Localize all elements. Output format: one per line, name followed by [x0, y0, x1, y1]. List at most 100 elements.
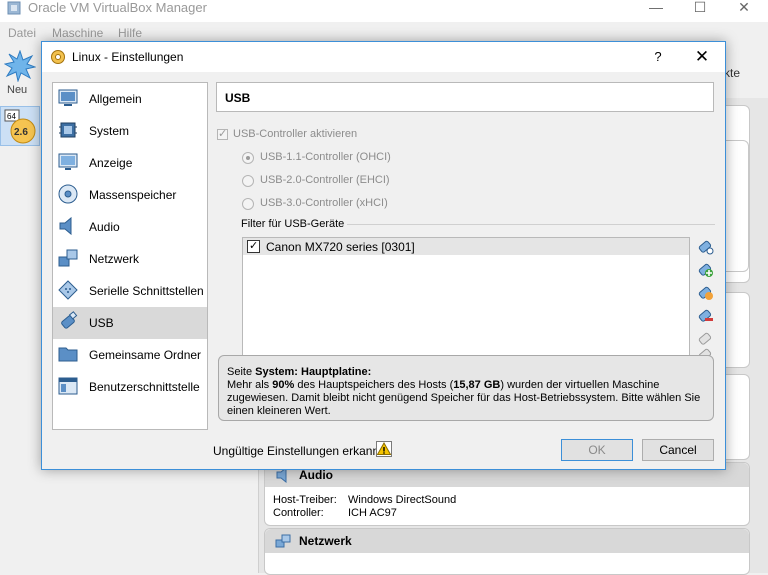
menu-help[interactable]: Hilfe [118, 26, 142, 40]
details-audio-box: Audio Host-Treiber: Windows DirectSound C… [264, 462, 750, 526]
usb-filter-row[interactable]: Canon MX720 series [0301] [243, 238, 689, 255]
settings-dialog: Linux - Einstellungen ? ✕ Allgemein Syst… [41, 41, 726, 470]
nav-item-audio[interactable]: Audio [53, 211, 207, 243]
warning-line-a: Mehr als [227, 379, 273, 391]
invalid-settings-label: Ungültige Einstellungen erkannt [213, 444, 383, 458]
main-titlebar: Oracle VM VirtualBox Manager — ☐ ✕ [0, 0, 768, 22]
details-network-title: Netzwerk [299, 534, 352, 548]
usb-filter-label: Filter für USB-Geräte [241, 218, 345, 230]
nav-item-usb[interactable]: USB [53, 307, 207, 339]
edit-filter-icon[interactable] [696, 283, 714, 301]
warning-line-b: des Hauptspeichers des Hosts ( [294, 379, 454, 391]
warning-amount: 15,87 GB [453, 379, 501, 391]
warning-message-box: Seite System: Hauptplatine: Mehr als 90% … [218, 355, 714, 421]
usb-2-0-radio[interactable] [242, 175, 254, 187]
audio-controller-value: ICH AC97 [348, 507, 397, 519]
main-window-title: Oracle VM VirtualBox Manager [28, 0, 207, 15]
page-header: USB [216, 82, 714, 112]
user-interface-icon [58, 377, 78, 395]
usb-filter-checkbox[interactable] [247, 239, 260, 253]
help-button[interactable]: ? [646, 47, 670, 67]
maximize-icon[interactable]: ☐ [678, 0, 722, 16]
usb-1-1-label: USB-1.1-Controller (OHCI) [260, 151, 391, 163]
nav-item-serial-ports[interactable]: Serielle Schnittstellen [53, 275, 207, 307]
details-audio-title: Audio [299, 468, 333, 482]
warning-colon: : [367, 366, 372, 378]
new-vm-label: Neu [7, 84, 28, 96]
audio-controller-key: Controller: [273, 507, 324, 519]
audio-icon [59, 216, 72, 236]
system-icon [59, 122, 77, 138]
nav-label-system: System [89, 124, 130, 138]
nav-label-network: Netzwerk [89, 252, 140, 266]
warning-icon[interactable] [376, 441, 392, 457]
usb-2-0-label: USB-2.0-Controller (EHCI) [260, 174, 390, 186]
audio-controller-row: Controller: ICH AC97 [273, 507, 397, 519]
nav-label-audio: Audio [89, 220, 120, 234]
details-preview-stub [726, 140, 749, 272]
usb-1-1-radio[interactable] [242, 152, 254, 164]
nav-label-usb: USB [89, 316, 114, 330]
usb-3-0-label: USB-3.0-Controller (xHCI) [260, 197, 388, 209]
virtualbox-logo-icon [7, 1, 21, 15]
vm-list-item-linux[interactable]: 64 2.6 [0, 106, 40, 146]
linux-os-icon: 64 2.6 [4, 109, 36, 144]
menu-bar: Datei Maschine Hilfe [0, 24, 768, 42]
ok-button[interactable]: OK [561, 439, 633, 461]
nav-label-user-interface: Benutzerschnittstelle [89, 380, 200, 394]
nav-label-shared-folders: Gemeinsame Ordner [89, 348, 202, 362]
display-icon [58, 153, 78, 170]
usb-enable-checkbox[interactable] [217, 127, 228, 140]
nav-item-user-interface[interactable]: Benutzerschnittstelle [53, 371, 207, 403]
close-icon[interactable]: ✕ [722, 0, 766, 16]
audio-host-driver-value: Windows DirectSound [348, 494, 457, 506]
move-filter-up-icon[interactable] [696, 329, 714, 347]
settings-nav-list: Allgemein System Anzeige Massenspeicher [52, 82, 208, 430]
add-filter-from-device-icon[interactable] [696, 260, 714, 278]
usb-enable-label: USB-Controller aktivieren [233, 128, 358, 140]
nav-item-shared-folders[interactable]: Gemeinsame Ordner [53, 339, 207, 371]
shared-folders-icon [58, 347, 78, 362]
vm-badge-64: 64 [7, 112, 16, 121]
menu-file[interactable]: Datei [8, 26, 36, 40]
nav-item-network[interactable]: Netzwerk [53, 243, 207, 275]
nav-item-general[interactable]: Allgemein [53, 83, 207, 115]
network-icon [58, 249, 78, 267]
dialog-close-button[interactable]: ✕ [688, 47, 716, 67]
serial-ports-icon [58, 280, 78, 300]
nav-label-serial-ports: Serielle Schnittstellen [89, 284, 204, 298]
vm-badge-version: 2.6 [14, 127, 28, 138]
settings-gear-icon [51, 50, 65, 64]
warning-page-name: System: Hauptplatine [255, 366, 368, 378]
usb-filter-name: Canon MX720 series [0301] [266, 240, 415, 254]
usb-filter-list[interactable]: Canon MX720 series [0301] [242, 237, 690, 357]
dialog-title: Linux - Einstellungen [72, 50, 184, 64]
nav-label-storage: Massenspeicher [89, 188, 177, 202]
audio-host-driver-key: Host-Treiber: [273, 494, 337, 506]
add-empty-filter-icon[interactable] [696, 237, 714, 255]
cancel-button[interactable]: Cancel [642, 439, 714, 461]
nav-item-system[interactable]: System [53, 115, 207, 147]
remove-filter-icon[interactable] [696, 306, 714, 324]
new-vm-icon [3, 49, 37, 83]
details-network-box: Netzwerk [264, 528, 750, 575]
nav-label-display: Anzeige [89, 156, 133, 170]
general-icon [58, 89, 78, 106]
nav-label-general: Allgemein [89, 92, 142, 106]
usb-3-0-radio[interactable] [242, 198, 254, 210]
nav-item-storage[interactable]: Massenspeicher [53, 179, 207, 211]
page-title: USB [225, 91, 251, 105]
warning-percent: 90% [272, 379, 295, 391]
network-icon [275, 534, 291, 548]
storage-icon [58, 184, 78, 204]
menu-machine[interactable]: Maschine [52, 26, 103, 40]
minimize-icon[interactable]: — [634, 0, 678, 16]
toolbar-right-label: kte [724, 66, 741, 80]
dialog-titlebar: Linux - Einstellungen ? ✕ [42, 42, 725, 72]
warning-prefix: Seite [227, 366, 256, 378]
usb-icon [61, 311, 78, 329]
nav-item-display[interactable]: Anzeige [53, 147, 207, 179]
details-network-header[interactable]: Netzwerk [265, 529, 749, 553]
warning-message-text: Seite System: Hauptplatine: Mehr als 90% … [227, 366, 707, 418]
audio-host-driver-row: Host-Treiber: Windows DirectSound [273, 494, 456, 506]
